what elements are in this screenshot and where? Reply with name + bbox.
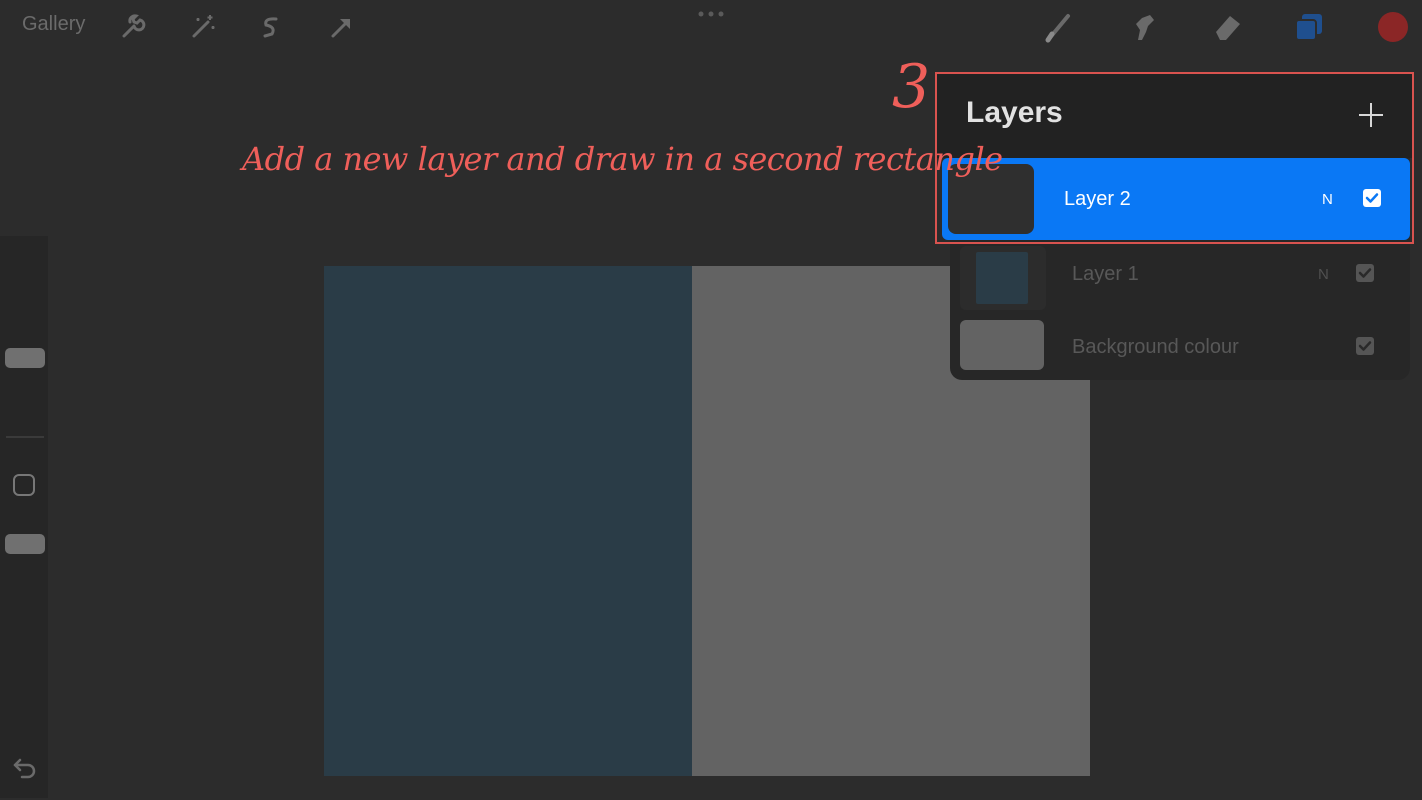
layer-row-background-colour[interactable]: Background colour [942,314,1410,378]
eraser-icon[interactable] [1210,10,1244,44]
drawn-rectangle [324,266,692,776]
sidebar-divider [6,436,44,438]
layer-thumbnail [960,246,1046,310]
sidebar [0,236,48,798]
brush-icon[interactable] [1042,10,1076,44]
wrench-icon[interactable] [116,10,150,44]
color-swatch[interactable] [1376,10,1410,44]
undo-icon[interactable] [10,754,40,780]
transform-arrow-icon[interactable] [324,10,358,44]
more-options-icon[interactable] [694,4,728,24]
layer-thumbnail [960,320,1044,370]
selection-icon[interactable] [254,10,288,44]
magic-wand-icon[interactable] [186,10,220,44]
layer-name: Layer 1 [1072,263,1139,285]
layers-icon[interactable] [1292,10,1326,44]
layer-visibility-checkbox[interactable] [1356,264,1374,282]
annotation-highlight-box [935,72,1414,244]
layer-row-layer-1[interactable]: Layer 1 N [942,242,1410,310]
annotation-instruction: Add a new layer and draw in a second rec… [242,140,1003,178]
gallery-button[interactable]: Gallery [22,13,85,36]
opacity-slider[interactable] [5,534,45,554]
layer-name: Background colour [1072,336,1239,358]
blend-mode-button[interactable]: N [1318,266,1329,283]
smudge-icon[interactable] [1126,10,1160,44]
layer-thumbnail-content [976,252,1028,304]
layer-visibility-checkbox[interactable] [1356,337,1374,355]
annotation-step-number: 3 [892,52,931,122]
brush-size-slider[interactable] [5,348,45,368]
modify-button[interactable] [13,474,35,496]
